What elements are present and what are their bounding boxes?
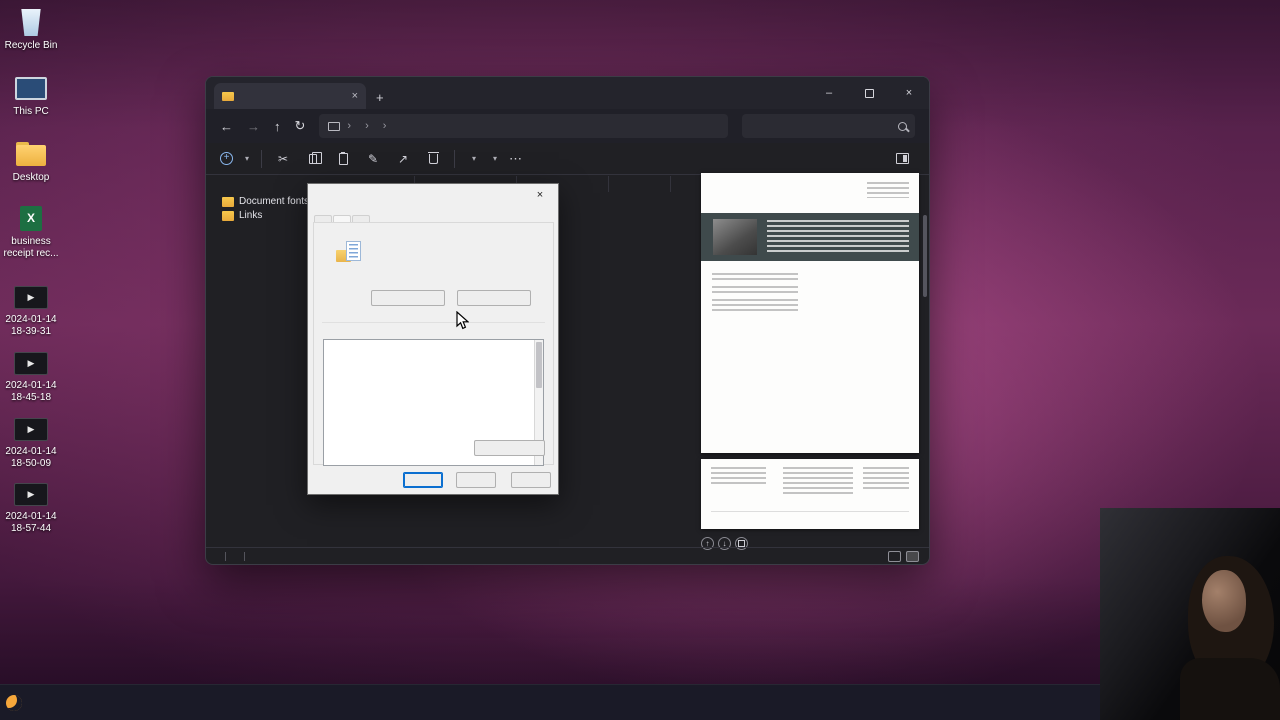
- resume-contact-lines: [867, 182, 909, 198]
- file-type-icon: [222, 211, 234, 221]
- tab-general[interactable]: [314, 215, 332, 222]
- file-type-icon: [222, 197, 234, 207]
- up-icon[interactable]: ↑: [274, 119, 281, 134]
- reset-folders-button[interactable]: [457, 290, 531, 306]
- desktop-video-3[interactable]: 2024-01-14 18-50-09: [2, 412, 60, 470]
- chevron-down-icon: ▾: [493, 154, 498, 163]
- desktop-icon-column: Recycle Bin This PC Desktop business rec…: [2, 0, 64, 684]
- apply-to-folders-button[interactable]: [371, 290, 445, 306]
- back-icon[interactable]: ←: [220, 119, 233, 134]
- dialog-tabs: [314, 206, 371, 223]
- person-body: [1180, 658, 1280, 720]
- preview-pane: ↑ ↓: [701, 173, 919, 553]
- maximize-button[interactable]: [849, 77, 889, 109]
- desktop-icon-art: [2, 477, 60, 509]
- plus-icon: +: [220, 152, 233, 165]
- new-tab-button[interactable]: +: [376, 90, 384, 109]
- close-icon[interactable]: ×: [530, 189, 550, 201]
- resume-preview-page-2[interactable]: [701, 459, 919, 529]
- desktop-video-1[interactable]: 2024-01-14 18-39-31: [2, 280, 60, 338]
- view-tab-page: [313, 222, 554, 466]
- folder-options-dialog: ×: [307, 183, 559, 495]
- copy-button[interactable]: [304, 150, 323, 168]
- preview-toggle[interactable]: [896, 153, 915, 164]
- desktop-icon-art: [2, 412, 60, 444]
- desktop-icon-label: business receipt rec...: [3, 236, 59, 259]
- more-options-icon[interactable]: ⋯: [509, 151, 522, 167]
- person-face: [1202, 570, 1246, 632]
- titlebar[interactable]: × + – ×: [206, 77, 929, 109]
- view-button[interactable]: ▾: [488, 154, 497, 163]
- apply-button[interactable]: [511, 472, 551, 488]
- folder-icon: [222, 91, 234, 101]
- desktop-icon-label: Desktop: [12, 172, 50, 183]
- chevron-icon: ›: [347, 120, 352, 132]
- desktop-icon-art: [2, 72, 60, 104]
- preview-pane-icon: [896, 153, 909, 164]
- desktop-icon-label: 2024-01-14 18-39-31: [5, 314, 57, 337]
- taskbar: [0, 684, 1280, 720]
- rename-button[interactable]: ✎: [364, 150, 382, 168]
- tab-close-icon[interactable]: ×: [352, 90, 358, 102]
- desktop-icon-label: 2024-01-14 18-45-18: [5, 380, 57, 403]
- chevron-down-icon: ▾: [245, 154, 250, 163]
- scrollbar[interactable]: [923, 173, 927, 547]
- resume-header-band: [701, 213, 919, 261]
- desktop-business-receipt[interactable]: business receipt rec...: [2, 202, 60, 260]
- desktop-video-2[interactable]: 2024-01-14 18-45-18: [2, 346, 60, 404]
- resume-preview-page-1[interactable]: [701, 173, 919, 453]
- navigation-bar: ← → ↑ ↻ › › ›: [206, 109, 929, 143]
- folder-views-icon: [336, 241, 362, 263]
- desktop-icon-art: [2, 202, 60, 234]
- resume-intro-lines: [767, 220, 909, 254]
- chevron-icon: ›: [365, 120, 369, 132]
- dialog-titlebar[interactable]: ×: [308, 184, 558, 206]
- command-bar: + ▾ ✂ ✎ ↗ ▾ ▾ ⋯: [206, 143, 929, 175]
- paste-button[interactable]: [334, 150, 352, 168]
- desktop-this-pc[interactable]: This PC: [2, 72, 60, 118]
- refresh-icon[interactable]: ↻: [295, 118, 306, 134]
- desktop-recycle-bin[interactable]: Recycle Bin: [2, 6, 60, 52]
- desktop-video-4[interactable]: 2024-01-14 18-57-44: [2, 477, 60, 535]
- desktop-icon-art: [2, 280, 60, 312]
- cut-button[interactable]: ✂: [274, 150, 292, 168]
- resume-photo: [713, 219, 757, 255]
- status-bar: [206, 547, 929, 564]
- large-icons-view-icon[interactable]: [906, 550, 919, 562]
- weather-icon: [6, 695, 22, 711]
- forward-icon[interactable]: →: [247, 119, 260, 134]
- webcam-overlay: [1100, 508, 1280, 720]
- sort-button[interactable]: ▾: [467, 154, 476, 163]
- search-icon[interactable]: [898, 121, 907, 131]
- minimize-button[interactable]: –: [809, 77, 849, 109]
- address-bar[interactable]: › › ›: [319, 114, 728, 138]
- ok-button[interactable]: [403, 472, 443, 488]
- explorer-tab[interactable]: ×: [214, 83, 366, 109]
- desktop-icon-label: Recycle Bin: [4, 40, 58, 51]
- chevron-down-icon: ▾: [472, 154, 477, 163]
- desktop-icon-art: [2, 138, 60, 170]
- details-view-icon[interactable]: [888, 550, 901, 562]
- cancel-button[interactable]: [456, 472, 496, 488]
- search-input[interactable]: [742, 114, 915, 138]
- close-button[interactable]: ×: [889, 77, 929, 109]
- weather-widget[interactable]: [6, 685, 28, 720]
- desktop-icon-label: This PC: [13, 106, 49, 117]
- new-button[interactable]: + ▾: [220, 152, 249, 165]
- delete-button[interactable]: [424, 150, 442, 168]
- share-button[interactable]: ↗: [394, 150, 412, 168]
- desktop-folder[interactable]: Desktop: [2, 138, 60, 184]
- chevron-icon: ›: [382, 120, 387, 132]
- pc-icon: [328, 121, 341, 131]
- tab-search[interactable]: [352, 215, 370, 222]
- desktop: Recycle Bin This PC Desktop business rec…: [0, 0, 1280, 720]
- desktop-icon-label: 2024-01-14 18-57-44: [5, 511, 57, 534]
- desktop-icon-label: 2024-01-14 18-50-09: [5, 446, 57, 469]
- restore-defaults-button[interactable]: [474, 440, 545, 456]
- desktop-icon-art: [2, 6, 60, 38]
- desktop-icon-art: [2, 346, 60, 378]
